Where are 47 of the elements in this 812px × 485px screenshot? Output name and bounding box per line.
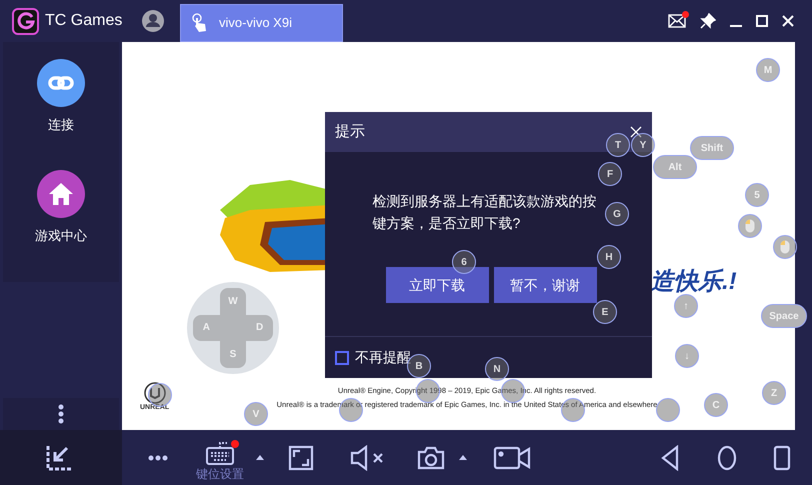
dpad-key: A — [193, 314, 220, 342]
mail-icon[interactable] — [668, 14, 686, 28]
key-mapping[interactable]: Y — [631, 133, 655, 157]
checkbox[interactable] — [335, 350, 349, 364]
device-tab[interactable]: vivo-vivo X9i — [180, 4, 343, 42]
caret-up-icon[interactable] — [256, 455, 264, 460]
sidebar-item[interactable]: 游戏中心 — [35, 170, 87, 245]
keyboard-icon — [205, 441, 235, 465]
video-camera-icon[interactable] — [493, 444, 531, 470]
pin-icon[interactable] — [700, 13, 716, 29]
key-mapping[interactable]: F — [598, 162, 622, 186]
key-mapping[interactable]: N — [485, 357, 509, 381]
dpad-key: D — [246, 314, 273, 342]
recent-apps-icon[interactable] — [773, 444, 791, 470]
caret-up-icon[interactable] — [459, 455, 467, 460]
dpad-key: W — [220, 288, 246, 315]
link-icon — [37, 59, 85, 107]
dpad-key: S — [220, 341, 246, 368]
slogan-text: 造快乐.! — [650, 267, 737, 297]
home-circle-icon[interactable] — [717, 444, 737, 470]
user-avatar-icon — [142, 10, 164, 32]
close-icon[interactable] — [782, 15, 794, 27]
mouse-icon — [745, 219, 755, 233]
close-icon[interactable] — [630, 126, 642, 138]
key-mapping[interactable]: H — [597, 245, 621, 269]
app-name: TC Games — [45, 11, 122, 31]
dialog-message: 检测到服务器上有适配该款游戏的按键方案，是否立即下载? — [372, 192, 598, 233]
sidebar-item[interactable]: 连接 — [37, 59, 85, 134]
dialog-title: 提示 — [335, 122, 365, 142]
key-mapping[interactable]: T — [606, 133, 630, 157]
collapse-button[interactable] — [0, 430, 122, 485]
back-icon[interactable] — [661, 444, 679, 470]
home-icon — [37, 170, 85, 218]
fullscreen-icon[interactable] — [288, 444, 314, 470]
key-mapping[interactable]: E — [593, 300, 617, 324]
camera-icon[interactable] — [417, 446, 445, 470]
engine-logo-icon — [144, 382, 166, 404]
dialog-button[interactable]: 立即下载 — [386, 267, 488, 303]
keymap-button[interactable]: 键位设置 — [196, 435, 244, 480]
dialog-button[interactable]: 暂不，谢谢 — [494, 267, 596, 303]
more-horizontal-icon[interactable] — [148, 454, 168, 460]
key-mapping[interactable]: G — [605, 202, 629, 226]
mouse-icon — [780, 240, 790, 254]
more-vertical-icon — [58, 404, 64, 424]
key-mapping[interactable]: 6 — [452, 250, 476, 274]
maximize-icon[interactable] — [756, 15, 768, 27]
app-logo — [12, 8, 39, 34]
